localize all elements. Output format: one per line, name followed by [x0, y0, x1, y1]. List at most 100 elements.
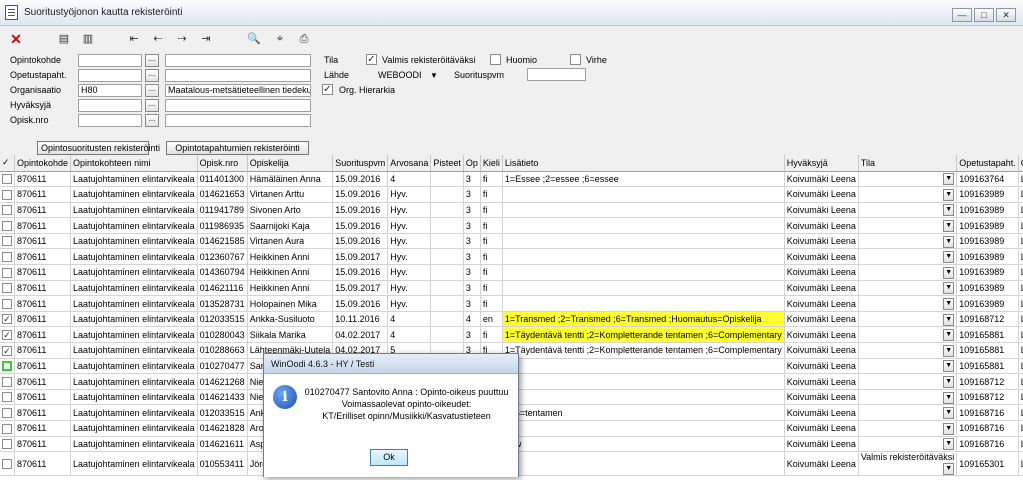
- tila-dropdown-icon[interactable]: ▼: [943, 463, 955, 475]
- table-row[interactable]: 870611 Laatujohtaminen elintarvikeala 0146…: [0, 186, 1023, 203]
- opetustapaht-name-input[interactable]: [165, 69, 311, 82]
- column-header[interactable]: Opisk.nro: [197, 155, 248, 172]
- row-checkbox[interactable]: [2, 459, 12, 469]
- table-row[interactable]: 870611 Laatujohtaminen elintarvikeala 0123…: [0, 248, 1023, 266]
- tila-dropdown-icon[interactable]: ▼: [943, 204, 955, 217]
- search-icon[interactable]: 🔍: [246, 31, 262, 47]
- virhe-checkbox[interactable]: [570, 54, 581, 65]
- valmis-checkbox[interactable]: ✓: [366, 54, 377, 65]
- row-checkbox[interactable]: [2, 283, 12, 294]
- tila-dropdown-icon[interactable]: ▼: [943, 360, 955, 373]
- tila-dropdown-icon[interactable]: ▼: [943, 266, 955, 279]
- column-header[interactable]: Pisteet: [430, 155, 464, 172]
- table-row[interactable]: 870611 Laatujohtaminen elintarvikeala 0135…: [0, 295, 1023, 312]
- tila-dropdown-icon[interactable]: ▼: [943, 282, 955, 295]
- tila-dropdown-icon[interactable]: ▼: [943, 220, 955, 233]
- column-header[interactable]: Lisätieto: [502, 155, 785, 172]
- opetustapaht-code-input[interactable]: [78, 69, 142, 82]
- row-checkbox[interactable]: [2, 439, 12, 450]
- organisaatio-name-input[interactable]: Maatalous-metsätieteellinen tiedekunta: [165, 84, 311, 97]
- opintokohde-lookup-button[interactable]: ...: [145, 54, 159, 67]
- tila-dropdown-icon[interactable]: ▼: [943, 313, 955, 326]
- row-checkbox[interactable]: ✓: [2, 314, 12, 325]
- row-checkbox[interactable]: [2, 267, 12, 278]
- clear-search-icon[interactable]: ⌖: [272, 31, 288, 47]
- row-checkbox[interactable]: [2, 423, 12, 434]
- column-header[interactable]: Tila: [858, 155, 958, 172]
- table-row[interactable]: 870611 Laatujohtaminen elintarvikeala 0146…: [0, 280, 1023, 297]
- table-row[interactable]: 870611 Laatujohtaminen elintarvikeala 0143…: [0, 264, 1023, 281]
- tila-dropdown-icon[interactable]: ▼: [943, 298, 955, 311]
- tila-dropdown-icon[interactable]: ▼: [943, 391, 955, 404]
- row-checkbox[interactable]: [2, 252, 12, 263]
- column-header[interactable]: Opintokohteen nimi: [70, 155, 198, 172]
- table-row[interactable]: 870611 Laatujohtaminen elintarvikeala 0119…: [0, 217, 1023, 234]
- table-row[interactable]: 870611 Laatujohtaminen elintarvikeala 0119…: [0, 202, 1023, 219]
- column-header[interactable]: Hyväksyjä: [784, 155, 859, 172]
- row-checkbox[interactable]: [2, 220, 12, 231]
- tila-dropdown-icon[interactable]: ▼: [943, 329, 955, 342]
- tila-dropdown-icon[interactable]: ▼: [943, 422, 955, 435]
- delete-x-icon[interactable]: ✕: [8, 31, 24, 47]
- select-records-icon[interactable]: ▥: [80, 31, 96, 47]
- opetustapaht-lookup-button[interactable]: ...: [145, 69, 159, 82]
- row-checkbox[interactable]: [2, 392, 12, 403]
- column-header[interactable]: Suorituspvm: [332, 155, 389, 172]
- row-checkbox[interactable]: [2, 376, 12, 387]
- tila-dropdown-icon[interactable]: ▼: [943, 344, 955, 357]
- hyvaksyja-code-input[interactable]: [78, 99, 142, 112]
- minimize-button[interactable]: —: [952, 8, 972, 22]
- next-record-icon[interactable]: ⇢: [174, 31, 190, 47]
- last-record-icon[interactable]: ⇥: [198, 31, 214, 47]
- tila-dropdown-icon[interactable]: ▼: [943, 188, 955, 201]
- row-checkbox[interactable]: ✓: [2, 345, 12, 356]
- dialog-ok-button[interactable]: Ok: [370, 449, 408, 466]
- move-records-icon[interactable]: ▤: [56, 31, 72, 47]
- row-checkbox[interactable]: [2, 189, 12, 200]
- row-checkbox[interactable]: [2, 205, 12, 216]
- column-header[interactable]: Opet.tap. nimi: [1018, 155, 1023, 172]
- column-header[interactable]: Kieli: [480, 155, 503, 172]
- table-row[interactable]: 870611 Laatujohtaminen elintarvikeala 0114…: [0, 171, 1023, 188]
- tila-dropdown-icon[interactable]: ▼: [943, 438, 955, 451]
- column-header[interactable]: ✓: [0, 155, 15, 172]
- opintosuoritusten-rekisterointi-button[interactable]: Opintosuoritusten rekisteröinti: [37, 141, 160, 155]
- lahde-select[interactable]: WEBOODI: [378, 69, 422, 81]
- lahde-dropdown-icon[interactable]: ▼: [430, 71, 438, 80]
- opintokohde-name-input[interactable]: [165, 54, 311, 67]
- tila-dropdown-icon[interactable]: ▼: [943, 251, 955, 264]
- opisknro-name-input[interactable]: [165, 114, 311, 127]
- table-row[interactable]: ✓ 870611 Laatujohtaminen elintarvikeala 010…: [0, 326, 1023, 344]
- column-header[interactable]: Opintokohde: [14, 155, 72, 172]
- opisknro-input[interactable]: [78, 114, 142, 127]
- row-checkbox[interactable]: [2, 236, 12, 247]
- first-record-icon[interactable]: ⇤: [126, 31, 142, 47]
- close-window-button[interactable]: ✕: [996, 8, 1016, 22]
- tila-dropdown-icon[interactable]: ▼: [943, 173, 955, 186]
- row-checkbox[interactable]: [2, 174, 12, 185]
- column-header[interactable]: Op: [463, 155, 481, 172]
- hyvaksyja-lookup-button[interactable]: ...: [145, 99, 159, 112]
- column-header[interactable]: Opetustapaht.: [956, 155, 1019, 172]
- print-icon[interactable]: ⎙: [296, 31, 312, 47]
- row-checkbox[interactable]: [2, 361, 12, 372]
- organisaatio-lookup-button[interactable]: ...: [145, 84, 159, 97]
- opintokohde-code-input[interactable]: [78, 54, 142, 67]
- column-header[interactable]: Arvosana: [387, 155, 432, 172]
- tila-dropdown-icon[interactable]: ▼: [943, 235, 955, 248]
- row-checkbox[interactable]: [2, 298, 12, 309]
- tila-dropdown-icon[interactable]: ▼: [943, 407, 955, 420]
- opisknro-lookup-button[interactable]: ...: [145, 114, 159, 127]
- opintotapahtumien-rekisterointi-button[interactable]: Opintotapahtumien rekisteröinti: [166, 141, 309, 155]
- maximize-button[interactable]: □: [974, 8, 994, 22]
- row-checkbox[interactable]: [2, 408, 12, 419]
- suorituspvm-input[interactable]: [527, 68, 586, 81]
- table-row[interactable]: ✓ 870611 Laatujohtaminen elintarvikeala 012…: [0, 311, 1023, 328]
- hyvaksyja-name-input[interactable]: [165, 99, 311, 112]
- table-row[interactable]: 870611 Laatujohtaminen elintarvikeala 0146…: [0, 233, 1023, 250]
- row-checkbox[interactable]: ✓: [2, 330, 12, 341]
- tila-dropdown-icon[interactable]: ▼: [943, 376, 955, 389]
- org-hierarkia-checkbox[interactable]: ✓: [322, 84, 333, 95]
- previous-record-icon[interactable]: ⇠: [150, 31, 166, 47]
- column-header[interactable]: Opiskelija: [247, 155, 334, 172]
